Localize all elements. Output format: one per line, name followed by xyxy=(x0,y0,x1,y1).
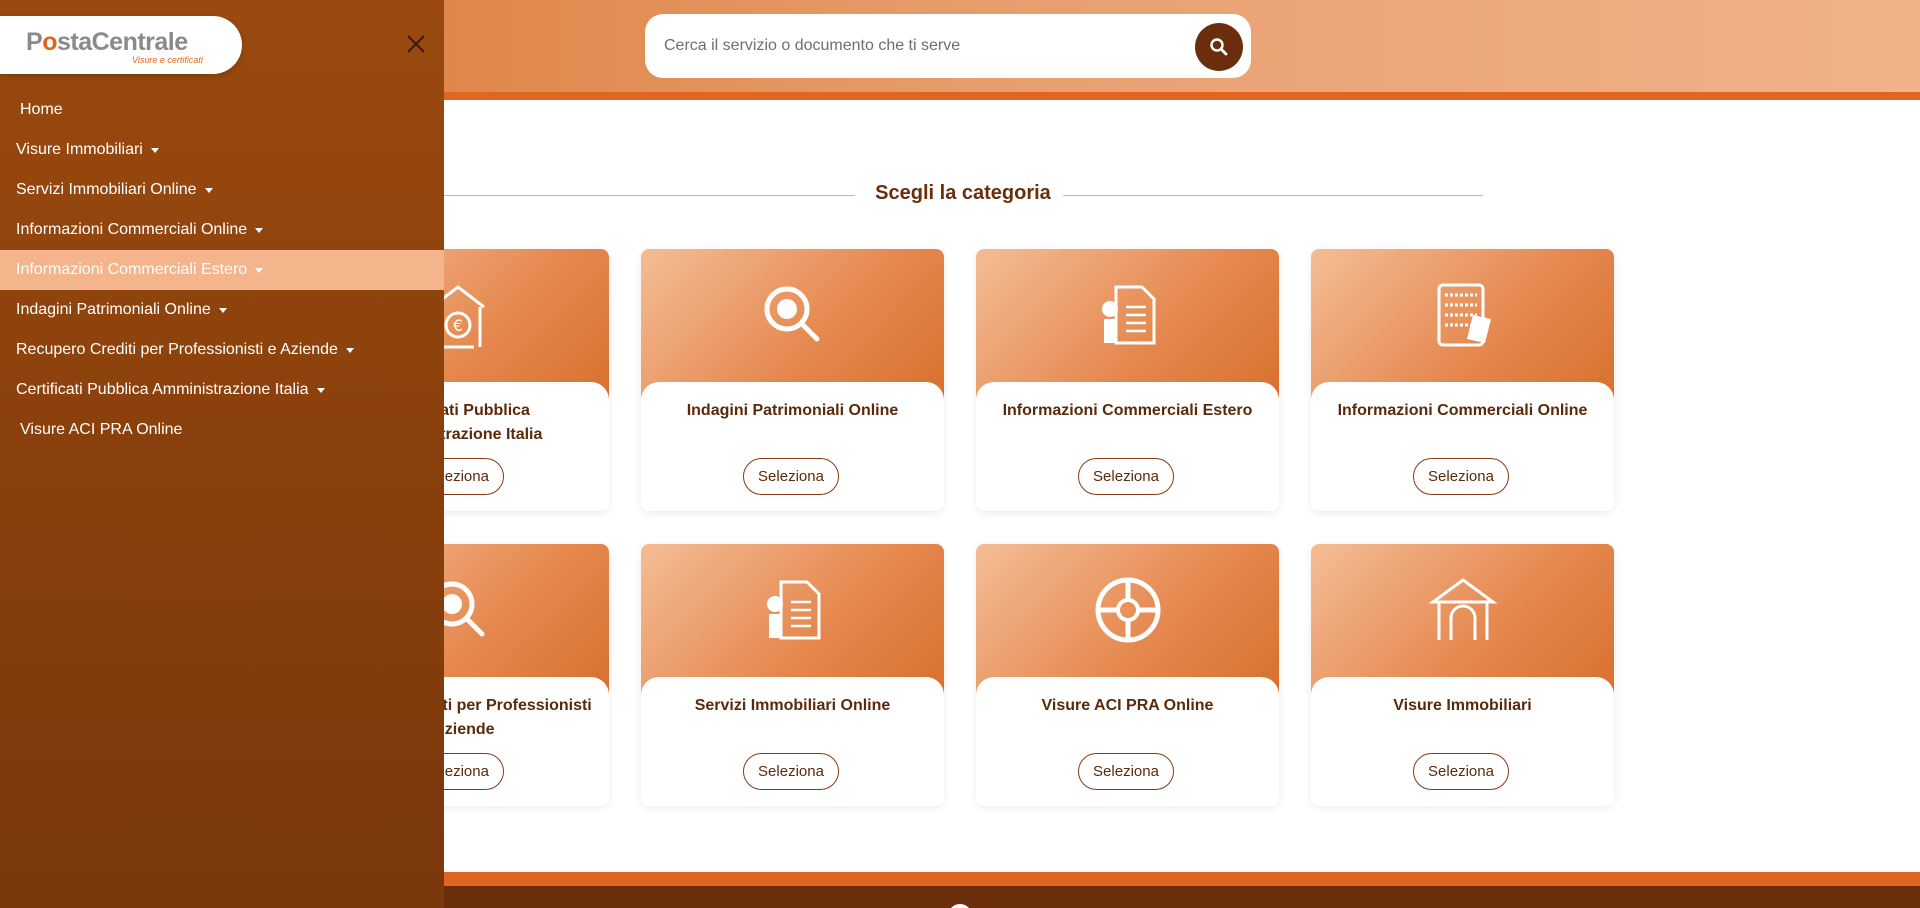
magnifier-icon xyxy=(764,286,820,342)
caret-down-icon xyxy=(316,387,325,393)
caret-down-icon xyxy=(204,187,213,193)
card-title-line: Servizi Immobiliari Online xyxy=(694,697,891,714)
menu-list: Home Visure Immobiliari Servizi Immobili… xyxy=(0,90,444,450)
menu-item-home[interactable]: Home xyxy=(0,90,444,130)
server-document-icon xyxy=(1437,283,1491,347)
menu-item-visure-aci-pra[interactable]: Visure ACI PRA Online xyxy=(0,410,444,450)
card-title-line: Informazioni Commerciali Estero xyxy=(1002,402,1253,419)
card-banner xyxy=(641,249,944,399)
logo-text: P xyxy=(26,28,43,56)
menu-item-indagini-patrimoniali[interactable]: Indagini Patrimoniali Online xyxy=(0,290,444,330)
search-button[interactable] xyxy=(1195,23,1243,71)
menu-item-certificati-pa[interactable]: Certificati Pubblica Amministrazione Ita… xyxy=(0,370,444,410)
card-banner xyxy=(976,544,1279,694)
menu-item-label: Informazioni Commerciali Estero xyxy=(16,261,248,278)
document-certificate-icon xyxy=(1102,285,1156,345)
caret-down-icon xyxy=(345,347,354,353)
logo-text: Centrale xyxy=(91,28,189,56)
menu-item-label: Visure ACI PRA Online xyxy=(20,421,183,438)
steering-wheel-icon xyxy=(1095,577,1161,643)
close-button[interactable] xyxy=(404,32,428,56)
menu-item-servizi-immobiliari[interactable]: Servizi Immobiliari Online xyxy=(0,170,444,210)
close-icon xyxy=(407,35,425,53)
card-title: Visure Immobiliari xyxy=(1321,694,1604,718)
select-button[interactable]: Seleziona xyxy=(1413,753,1509,790)
logo-text: o xyxy=(42,28,57,56)
select-button[interactable]: Seleziona xyxy=(1413,458,1509,495)
menu-item-visure-immobiliari[interactable]: Visure Immobiliari xyxy=(0,130,444,170)
menu-item-info-commerciali-estero[interactable]: Informazioni Commerciali Estero xyxy=(0,250,444,290)
category-card[interactable]: Informazioni Commerciali Estero Selezion… xyxy=(976,249,1279,511)
menu-item-label: Home xyxy=(20,101,63,118)
logo-text: sta xyxy=(56,28,92,56)
divider xyxy=(443,195,855,196)
card-banner xyxy=(641,544,944,694)
menu-item-label: Servizi Immobiliari Online xyxy=(16,181,197,198)
category-card[interactable]: Indagini Patrimoniali Online Seleziona xyxy=(641,249,944,511)
caret-down-icon xyxy=(255,227,264,233)
card-title: Informazioni Commerciali Online xyxy=(1321,399,1604,423)
card-title: Informazioni Commerciali Estero xyxy=(986,399,1269,423)
select-button[interactable]: Seleziona xyxy=(743,753,839,790)
sidebar-menu: PostaCentrale Visure e certificati Home … xyxy=(0,0,444,908)
card-banner xyxy=(976,249,1279,399)
search-box xyxy=(645,14,1251,78)
caret-down-icon xyxy=(255,267,264,273)
caret-down-icon xyxy=(150,147,159,153)
search-icon xyxy=(1210,38,1228,56)
card-title: Visure ACI PRA Online xyxy=(986,694,1269,718)
search-input[interactable] xyxy=(664,26,1184,66)
menu-item-label: Indagini Patrimoniali Online xyxy=(16,301,211,318)
select-button[interactable]: Seleziona xyxy=(743,458,839,495)
card-title-line: Indagini Patrimoniali Online xyxy=(686,402,899,419)
card-banner xyxy=(1311,544,1614,694)
menu-item-recupero-crediti[interactable]: Recupero Crediti per Professionisti e Az… xyxy=(0,330,444,370)
document-certificate-icon xyxy=(767,580,821,640)
menu-item-label: Visure Immobiliari xyxy=(16,141,143,158)
logo-tagline: Visure e certificati xyxy=(132,55,203,65)
card-title-line: Visure Immobiliari xyxy=(1393,697,1532,714)
section-title: Scegli la categoria xyxy=(875,182,1051,204)
menu-item-info-commerciali-online[interactable]: Informazioni Commerciali Online xyxy=(0,210,444,250)
select-button[interactable]: Seleziona xyxy=(1078,753,1174,790)
caret-down-icon xyxy=(218,307,227,313)
logo[interactable]: PostaCentrale Visure e certificati xyxy=(0,16,242,74)
category-card[interactable]: Visure Immobiliari Seleziona xyxy=(1311,544,1614,806)
card-title: Servizi Immobiliari Online xyxy=(651,694,934,718)
card-title-line: Visure ACI PRA Online xyxy=(1041,697,1214,714)
house-icon xyxy=(1428,578,1498,640)
card-banner xyxy=(1311,249,1614,399)
card-title: Indagini Patrimoniali Online xyxy=(651,399,934,423)
menu-item-label: Certificati Pubblica Amministrazione Ita… xyxy=(16,381,309,398)
svg-text:€: € xyxy=(453,316,463,335)
logo-wordmark: PostaCentrale xyxy=(26,28,188,57)
menu-item-label: Recupero Crediti per Professionisti e Az… xyxy=(16,341,338,358)
divider xyxy=(1063,195,1483,196)
category-card[interactable]: Informazioni Commerciali Online Selezion… xyxy=(1311,249,1614,511)
category-card[interactable]: Visure ACI PRA Online Seleziona xyxy=(976,544,1279,806)
menu-item-label: Informazioni Commerciali Online xyxy=(16,221,248,238)
category-card[interactable]: Servizi Immobiliari Online Seleziona xyxy=(641,544,944,806)
section-header: Scegli la categoria xyxy=(443,180,1483,210)
card-title-line: Informazioni Commerciali Online xyxy=(1337,402,1588,419)
select-button[interactable]: Seleziona xyxy=(1078,458,1174,495)
